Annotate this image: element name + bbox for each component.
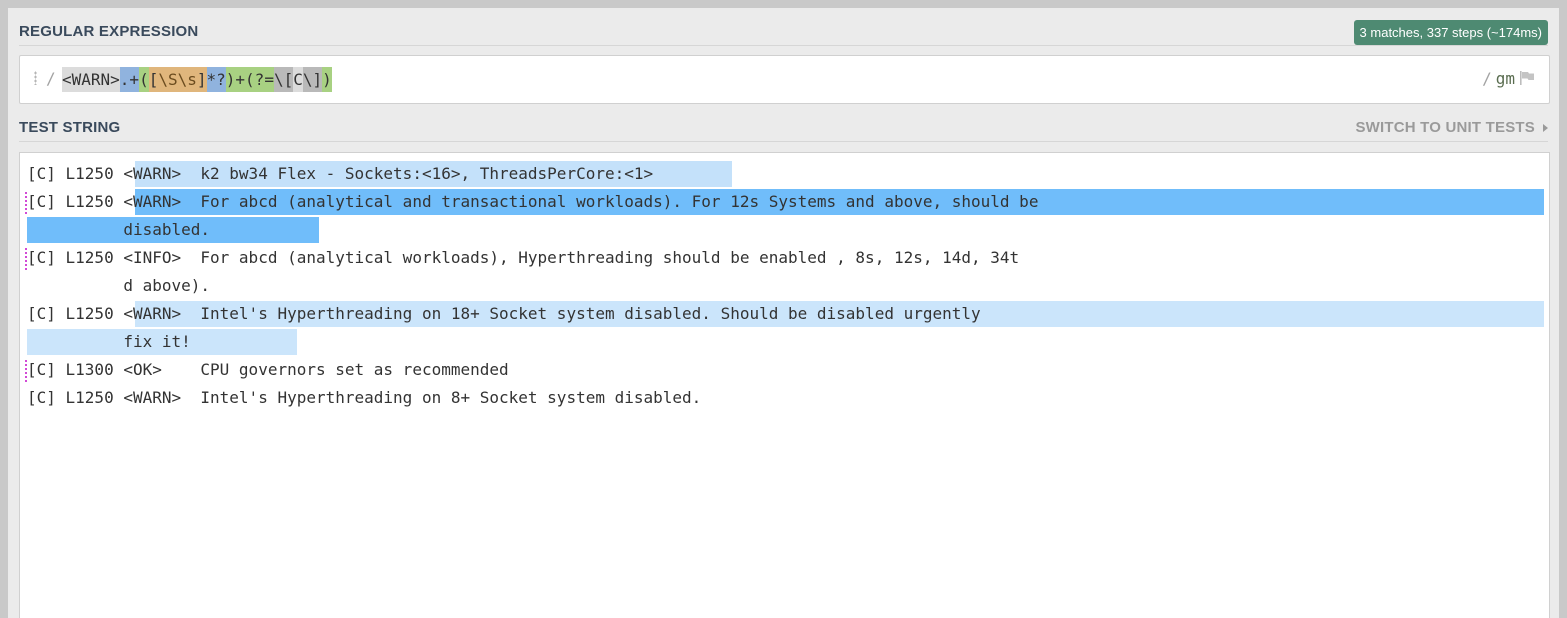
drag-handle-icon[interactable]: [34, 71, 37, 85]
line-tag: <WARN>: [123, 304, 182, 323]
flags-button[interactable]: gm: [1496, 69, 1515, 88]
regex-flags: / gm: [1482, 69, 1535, 88]
regex-editor[interactable]: / <WARN>.+([\S\s]*?)+(?=\[C\]) / gm: [19, 55, 1550, 104]
test-line: [C] L1300 <OK> CPU governors set as reco…: [27, 360, 509, 379]
line-tag: <WARN>: [123, 192, 182, 211]
regex-token-set-content: \S\s: [158, 67, 197, 92]
regex-token-literal: <WARN>: [62, 67, 120, 92]
line-message: Intel's Hyperthreading on 18+ Socket sys…: [181, 304, 981, 323]
test-line-wrapped: fix it!: [27, 332, 191, 351]
regex-token-lazy-quantifier: *?: [206, 67, 226, 92]
regex-token-literal-c: C: [293, 67, 303, 92]
regex-section-header: REGULAR EXPRESSION 3 matches, 337 steps …: [19, 18, 1548, 46]
test-line-wrapped: d above).: [27, 276, 211, 295]
line-prefix: [C] L1250: [27, 192, 124, 211]
test-section-title: TEST STRING: [19, 119, 121, 136]
regex-section-title: REGULAR EXPRESSION: [19, 23, 199, 40]
regex-token-escaped-bracket-open: \[: [273, 67, 294, 92]
test-string-editor[interactable]: [C] L1250 <WARN> k2 bw34 Flex - Sockets:…: [19, 152, 1550, 618]
regex-token-lookahead-close: ): [322, 67, 332, 92]
switch-to-unit-tests-button[interactable]: SWITCH TO UNIT TESTS: [1355, 119, 1548, 136]
regex-token-lookahead-open: (?=: [245, 67, 274, 92]
test-line-wrapped: disabled.: [27, 220, 211, 239]
regex-token-set-close: ]: [196, 67, 207, 92]
test-section-header: TEST STRING SWITCH TO UNIT TESTS: [19, 114, 1548, 142]
test-line: [C] L1250 <WARN> For abcd (analytical an…: [27, 188, 1038, 216]
regex-token-escaped-bracket-close: \]: [302, 67, 323, 92]
test-line: [C] L1250 <WARN> Intel's Hyperthreading …: [27, 388, 702, 407]
line-message: For abcd (analytical and transactional w…: [181, 192, 1039, 211]
match-info-badge: 3 matches, 337 steps (~174ms): [1353, 20, 1548, 45]
caret-right-icon: [1543, 123, 1548, 132]
test-line: [C] L1250 <WARN> k2 bw34 Flex - Sockets:…: [27, 160, 653, 188]
regex-token-group-close: )+: [225, 67, 246, 92]
flag-icon[interactable]: [1519, 70, 1535, 85]
line-prefix: [C] L1250: [27, 304, 124, 323]
regex-token-dot-quantifier: .+: [119, 67, 140, 92]
regex-tester-app: REGULAR EXPRESSION 3 matches, 337 steps …: [8, 8, 1559, 618]
test-line: [C] L1250 <INFO> For abcd (analytical wo…: [27, 248, 1020, 267]
regex-token-group-open: (: [139, 67, 149, 92]
editor-scrollbar[interactable]: [1543, 153, 1549, 618]
line-message: k2 bw34 Flex - Sockets:<16>, ThreadsPerC…: [181, 164, 654, 183]
line-prefix: [C] L1250: [27, 164, 124, 183]
regex-close-delimiter: /: [1482, 69, 1492, 88]
regex-token-set-open: [: [148, 67, 159, 92]
line-tag: <WARN>: [123, 164, 182, 183]
test-line: [C] L1250 <WARN> Intel's Hyperthreading …: [27, 300, 981, 328]
switch-to-unit-tests-label: SWITCH TO UNIT TESTS: [1355, 119, 1535, 136]
regex-input[interactable]: <WARN>.+([\S\s]*?)+(?=\[C\]): [62, 67, 332, 92]
regex-open-delimiter: /: [46, 69, 56, 88]
